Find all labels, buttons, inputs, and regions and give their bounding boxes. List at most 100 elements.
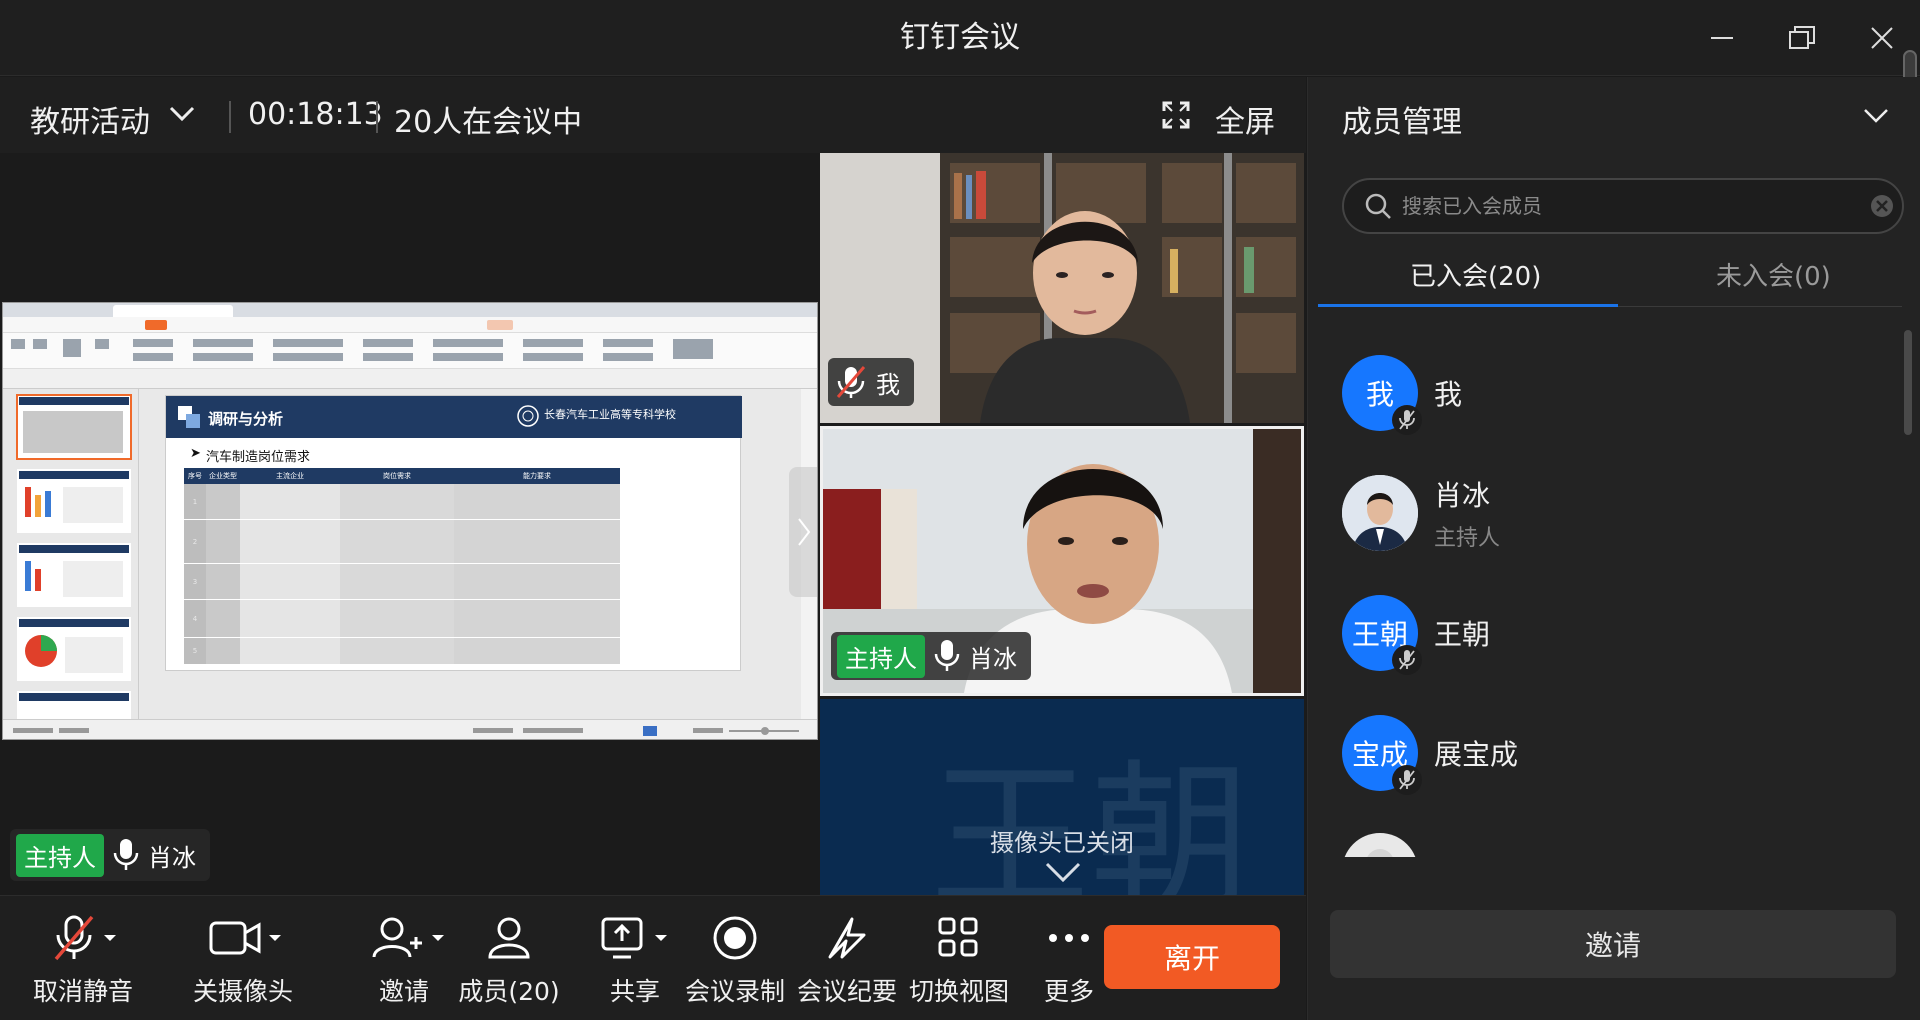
divider [376, 101, 378, 133]
member-role: 主持人 [1434, 526, 1501, 551]
unmute-label: 取消静音 [32, 977, 133, 1006]
member-item[interactable]: 王朝 王朝 [1342, 593, 1882, 675]
chevron-down-icon[interactable] [1862, 106, 1890, 130]
close-button[interactable] [1860, 18, 1904, 58]
member-name: 肖冰 [1434, 479, 1491, 512]
slide-logo-icon [178, 406, 200, 428]
invite-toolbar-label: 邀请 [378, 977, 429, 1006]
video-tile-host[interactable]: 主持人 肖冰 [820, 426, 1304, 696]
notes-label: 会议纪要 [796, 977, 897, 1006]
mic-muted-icon [836, 366, 866, 398]
fullscreen-icon[interactable] [1162, 101, 1190, 133]
camera-off-status: 摄像头已关闭 [990, 829, 1134, 857]
restore-icon [1789, 26, 1815, 49]
share-screen-icon [601, 917, 667, 959]
app-title: 钉钉会议 [900, 20, 1020, 55]
switch-view-label: 切换视图 [908, 977, 1009, 1006]
slide-canvas[interactable]: 调研与分析 长春汽车工业高等专科学校 ➤ 汽车制造岗位需求 序号 企业类型 主流… [139, 389, 801, 719]
host-tag: 主持人 [16, 833, 104, 877]
fullscreen-button[interactable]: 全屏 [1215, 97, 1275, 141]
search-input[interactable] [1402, 188, 1842, 224]
meeting-name[interactable]: 教研活动 [30, 97, 150, 141]
minimize-button[interactable] [1700, 18, 1744, 58]
camera-icon [209, 921, 281, 955]
member-item[interactable]: 肖冰 主持人 [1342, 473, 1882, 553]
status-bar [3, 719, 817, 739]
tab-not-joined[interactable]: 未入会(0) [1716, 256, 1831, 293]
record-label: 会议录制 [684, 977, 785, 1006]
avatar: 我 [1342, 355, 1422, 435]
members-button[interactable]: 成员(20) [454, 910, 564, 1010]
notes-button[interactable]: 会议纪要 [792, 910, 902, 1010]
more-button[interactable]: 更多 [1034, 910, 1104, 1010]
table-row: 5 [184, 638, 620, 664]
table-row: 1 [184, 484, 620, 520]
next-slide-button[interactable] [789, 467, 817, 597]
slide-header: 调研与分析 长春汽车工业高等专科学校 [166, 396, 742, 438]
members-icon [488, 917, 530, 959]
leave-button[interactable]: 离开 [1104, 925, 1280, 989]
school-name: 长春汽车工业高等专科学校 [544, 408, 676, 421]
members-label: 成员(20) [458, 977, 560, 1006]
search-icon [1364, 192, 1392, 224]
avatar: 宝成 [1342, 715, 1422, 795]
add-user-icon [372, 917, 444, 958]
more-label: 更多 [1043, 977, 1094, 1006]
record-icon [713, 916, 757, 960]
camera-off-label: 关摄像头 [192, 977, 293, 1006]
school-emblem-icon [517, 405, 539, 427]
member-name: 我 [1434, 378, 1463, 411]
mic-muted-icon [1392, 645, 1422, 675]
chevron-right-icon [798, 518, 811, 546]
share-label: 共享 [609, 977, 660, 1006]
share-button[interactable]: 共享 [590, 910, 680, 1010]
shared-screen[interactable]: 调研与分析 长春汽车工业高等专科学校 ➤ 汽车制造岗位需求 序号 企业类型 主流… [2, 302, 818, 740]
camera-off-button[interactable]: 关摄像头 [188, 910, 298, 1010]
app-tab-bar [3, 303, 817, 317]
avatar-text: 我 [1365, 378, 1394, 411]
host-name: 肖冰 [969, 644, 1017, 673]
slide-thumbnails[interactable] [3, 389, 139, 721]
table-header-cell: 岗位需求 [383, 472, 411, 480]
grid-view-icon [938, 917, 978, 957]
me-name: 我 [876, 370, 900, 399]
switch-view-button[interactable]: 切换视图 [904, 910, 1014, 1010]
restore-button[interactable] [1780, 18, 1824, 58]
member-item[interactable]: 宝成 展宝成 [1342, 713, 1882, 795]
data-table: 序号 企业类型 主流企业 岗位需求 能力要求 1 2 3 4 5 [184, 468, 620, 664]
clear-search-icon[interactable] [1870, 194, 1894, 222]
table-header-cell: 企业类型 [209, 472, 237, 480]
record-button[interactable]: 会议录制 [680, 910, 790, 1010]
more-icon [1049, 934, 1089, 942]
member-name: 王朝 [1434, 618, 1491, 651]
mic-icon [934, 640, 960, 671]
invite-toolbar-button[interactable]: 邀请 [364, 910, 444, 1010]
avatar-photo [1342, 475, 1418, 551]
mic-muted-icon [1392, 405, 1422, 435]
tab-joined[interactable]: 已入会(20) [1410, 256, 1541, 293]
table-cell: 3 [184, 564, 206, 599]
table-row: 4 [184, 600, 620, 638]
table-header-cell: 能力要求 [523, 472, 551, 480]
member-item-partial[interactable] [1342, 833, 1418, 857]
member-item[interactable]: 我 我 [1342, 353, 1882, 435]
notes-icon [828, 917, 866, 959]
table-header-cell: 主流企业 [276, 472, 304, 480]
table-header: 序号 企业类型 主流企业 岗位需求 能力要求 [184, 468, 620, 484]
chevron-down-icon[interactable] [168, 104, 196, 128]
mic-muted-icon [54, 915, 116, 961]
meeting-timer: 00:18:13 [248, 97, 383, 132]
table-cell: 2 [184, 520, 206, 563]
panel-title: 成员管理 [1342, 105, 1462, 140]
table-body: 1 2 3 4 5 [184, 484, 620, 664]
video-tile-camera-off[interactable]: 王朝 摄像头已关闭 [820, 699, 1304, 895]
table-cell: 5 [184, 638, 206, 664]
slide: 调研与分析 长春汽车工业高等专科学校 ➤ 汽车制造岗位需求 序号 企业类型 主流… [165, 395, 742, 671]
panel-scrollbar[interactable] [1904, 330, 1912, 435]
unmute-button[interactable]: 取消静音 [28, 910, 138, 1010]
invite-button[interactable]: 邀请 [1330, 910, 1896, 978]
chevron-down-icon[interactable] [1044, 861, 1082, 887]
ruler [3, 369, 817, 389]
host-tag: 主持人 [837, 634, 925, 678]
video-tile-me[interactable]: 我 [820, 153, 1304, 423]
